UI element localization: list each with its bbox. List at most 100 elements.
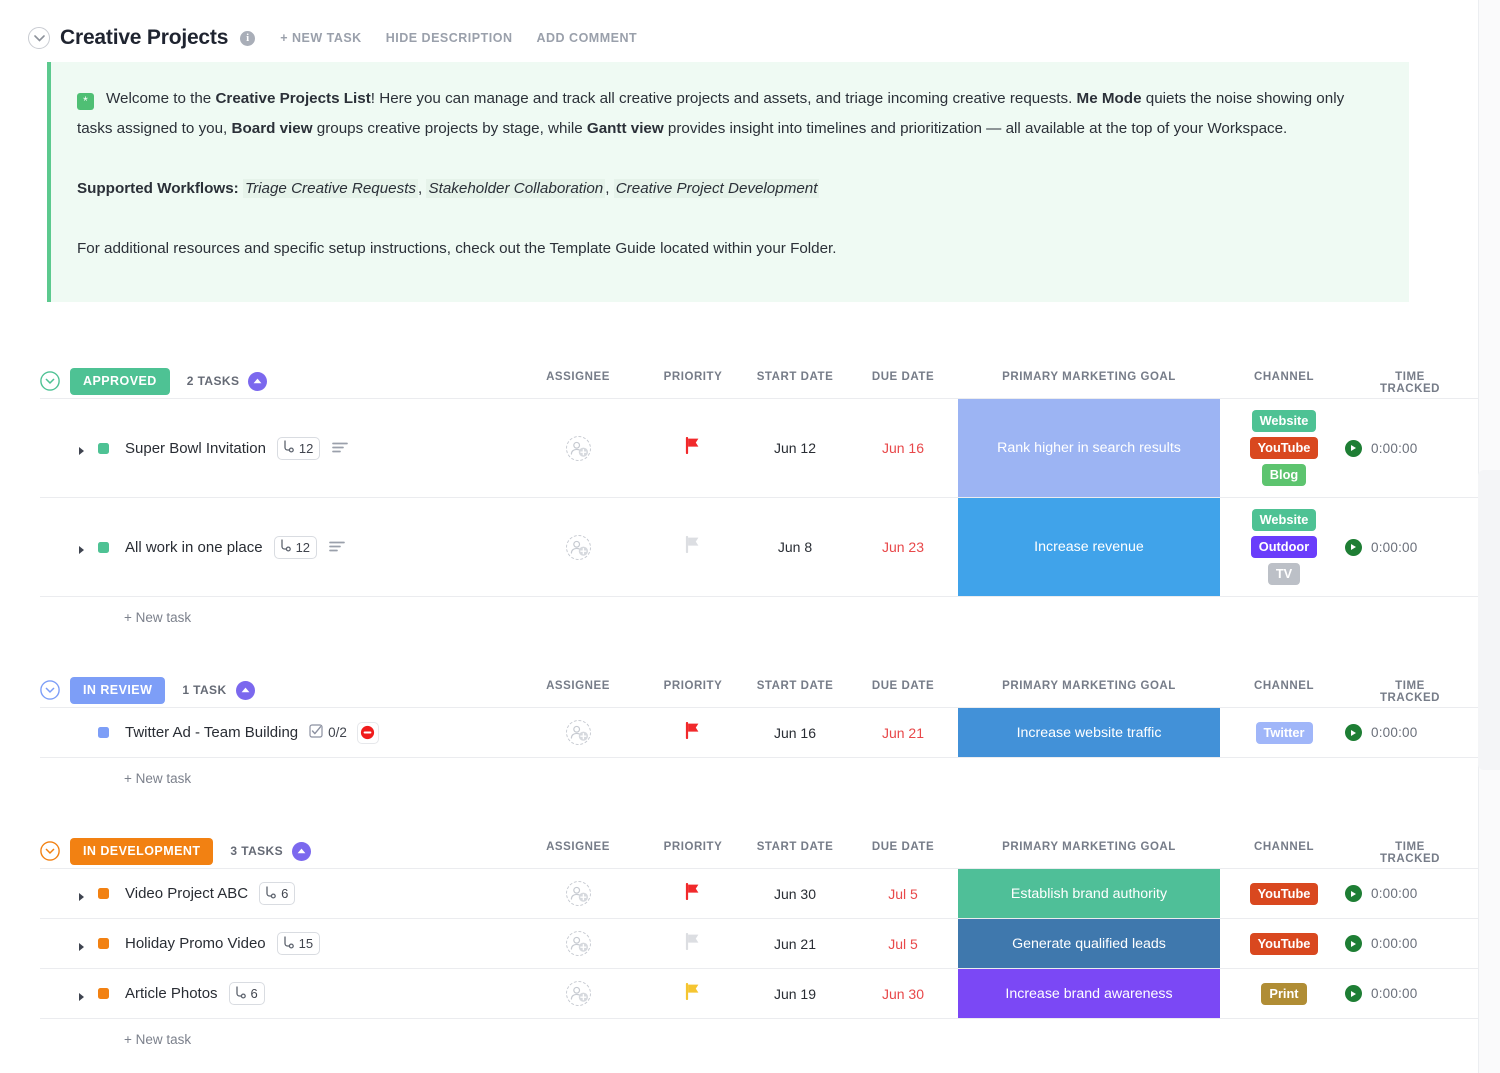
channel-tag[interactable]: TV [1267, 563, 1301, 585]
priority-flag-icon[interactable] [685, 982, 701, 1005]
assignee-cell[interactable] [558, 708, 598, 757]
subtask-count-badge[interactable]: 15 [276, 932, 321, 955]
task-name-cell[interactable]: Video Project ABC 6 [40, 869, 296, 918]
expand-task-icon[interactable] [78, 939, 86, 951]
time-tracked-cell[interactable]: 0:00:00 [1345, 498, 1475, 596]
collapse-caret-badge[interactable] [292, 841, 312, 861]
channel-tag[interactable]: Website [1251, 509, 1317, 531]
task-status-square[interactable] [98, 938, 109, 949]
priority-cell[interactable] [673, 399, 713, 497]
channel-tag[interactable]: Twitter [1255, 721, 1313, 744]
add-assignee-icon[interactable] [565, 981, 591, 1006]
primary-marketing-goal-cell[interactable]: Increase website traffic [958, 708, 1220, 757]
channel-cell[interactable]: Website YouTube Blog [1224, 399, 1344, 497]
status-badge[interactable]: APPROVED [70, 367, 170, 395]
table-row[interactable]: Holiday Promo Video 15 Jun 21 Jul 5 Generate… [40, 919, 1480, 969]
hide-description-button[interactable]: HIDE DESCRIPTION [386, 31, 513, 45]
time-tracked-cell[interactable]: 0:00:00 [1345, 708, 1475, 757]
subtask-count-badge[interactable]: 12 [273, 535, 318, 559]
new-task-row[interactable]: + New task [40, 1019, 1480, 1059]
time-tracker[interactable]: 0:00:00 [1345, 985, 1417, 1002]
task-name-cell[interactable]: Article Photos 6 [40, 969, 265, 1018]
due-date-cell[interactable]: Jun 30 [848, 969, 958, 1018]
primary-marketing-goal-cell[interactable]: Increase brand awareness [958, 969, 1220, 1018]
checklist-badge[interactable]: 0/2 [309, 724, 347, 741]
due-date-cell[interactable]: Jul 5 [848, 869, 958, 918]
due-date-cell[interactable]: Jul 5 [848, 919, 958, 968]
group-collapse-icon[interactable] [40, 841, 60, 861]
time-tracked-cell[interactable]: 0:00:00 [1345, 869, 1475, 918]
channel-tag[interactable]: YouTube [1249, 882, 1319, 905]
channel-tag[interactable]: YouTube [1249, 437, 1319, 459]
time-tracked-cell[interactable]: 0:00:00 [1345, 919, 1475, 968]
expand-task-icon[interactable] [78, 542, 86, 554]
table-row[interactable]: Super Bowl Invitation 12 Jun 12 Jun 16 Rank … [40, 399, 1480, 498]
expand-task-icon[interactable] [78, 889, 86, 901]
table-row[interactable]: All work in one place 12 Jun 8 Jun 23 Increa… [40, 498, 1480, 597]
priority-flag-icon[interactable] [685, 535, 701, 558]
time-tracker[interactable]: 0:00:00 [1345, 885, 1417, 902]
task-name-cell[interactable]: Holiday Promo Video 15 [40, 919, 321, 968]
collapse-caret-badge[interactable] [248, 371, 268, 391]
priority-cell[interactable] [673, 919, 713, 968]
task-description-icon[interactable] [329, 541, 345, 553]
start-timer-icon[interactable] [1345, 724, 1362, 741]
task-name-cell[interactable]: Super Bowl Invitation 12 [40, 399, 349, 497]
start-date-cell[interactable]: Jun 30 [740, 869, 850, 918]
info-icon[interactable]: i [240, 30, 256, 46]
new-task-row[interactable]: + New task [40, 758, 1480, 798]
assignee-cell[interactable] [558, 919, 598, 968]
add-assignee-icon[interactable] [565, 931, 591, 956]
primary-marketing-goal-cell[interactable]: Establish brand authority [958, 869, 1220, 918]
priority-flag-icon[interactable] [685, 721, 701, 744]
task-name-cell[interactable]: Twitter Ad - Team Building 0/2 [40, 708, 379, 757]
time-tracker[interactable]: 0:00:00 [1345, 538, 1417, 556]
task-status-square[interactable] [98, 727, 109, 738]
expand-task-icon[interactable] [78, 989, 86, 1001]
channel-cell[interactable]: Twitter [1224, 708, 1344, 757]
group-collapse-icon[interactable] [40, 371, 60, 391]
assignee-cell[interactable] [558, 869, 598, 918]
status-badge[interactable]: IN REVIEW [70, 676, 166, 704]
start-timer-icon[interactable] [1345, 885, 1362, 902]
task-status-square[interactable] [98, 988, 109, 999]
task-status-square[interactable] [98, 888, 109, 899]
channel-cell[interactable]: Print [1224, 969, 1344, 1018]
time-tracker[interactable]: 0:00:00 [1345, 935, 1417, 952]
add-assignee-icon[interactable] [565, 720, 591, 745]
time-tracked-cell[interactable]: 0:00:00 [1345, 399, 1475, 497]
channel-tag[interactable]: Print [1261, 982, 1307, 1005]
channel-tag[interactable]: Outdoor [1250, 536, 1318, 558]
task-status-square[interactable] [98, 442, 109, 454]
status-badge[interactable]: IN DEVELOPMENT [70, 837, 214, 865]
channel-cell[interactable]: Website Outdoor TV [1224, 498, 1344, 596]
task-description-icon[interactable] [332, 442, 349, 454]
start-date-cell[interactable]: Jun 16 [740, 708, 850, 757]
task-name-cell[interactable]: All work in one place 12 [40, 498, 345, 596]
start-date-cell[interactable]: Jun 12 [740, 399, 850, 497]
expand-task-icon[interactable] [78, 443, 86, 455]
group-collapse-icon[interactable] [40, 680, 60, 700]
new-task-row[interactable]: + New task [40, 597, 1480, 637]
add-comment-button[interactable]: ADD COMMENT [536, 31, 637, 45]
primary-marketing-goal-cell[interactable]: Rank higher in search results [958, 399, 1220, 497]
subtask-count-badge[interactable]: 12 [276, 436, 321, 460]
time-tracked-cell[interactable]: 0:00:00 [1345, 969, 1475, 1018]
blocked-badge[interactable] [356, 721, 379, 744]
start-timer-icon[interactable] [1345, 985, 1362, 1002]
time-tracker[interactable]: 0:00:00 [1345, 724, 1417, 741]
add-assignee-icon[interactable] [565, 534, 591, 560]
priority-cell[interactable] [673, 708, 713, 757]
primary-marketing-goal-cell[interactable]: Increase revenue [958, 498, 1220, 596]
collapse-caret-badge[interactable] [235, 680, 255, 700]
channel-cell[interactable]: YouTube [1224, 919, 1344, 968]
due-date-cell[interactable]: Jun 21 [848, 708, 958, 757]
start-timer-icon[interactable] [1345, 935, 1362, 952]
start-date-cell[interactable]: Jun 21 [740, 919, 850, 968]
subtask-count-badge[interactable]: 6 [228, 982, 265, 1005]
table-row[interactable]: Twitter Ad - Team Building 0/2 Jun 16 Jun 2… [40, 708, 1480, 758]
table-row[interactable]: Article Photos 6 Jun 19 Jun 30 Increase bran… [40, 969, 1480, 1019]
subtask-count-badge[interactable]: 6 [259, 882, 296, 905]
assignee-cell[interactable] [558, 498, 598, 596]
primary-marketing-goal-cell[interactable]: Generate qualified leads [958, 919, 1220, 968]
